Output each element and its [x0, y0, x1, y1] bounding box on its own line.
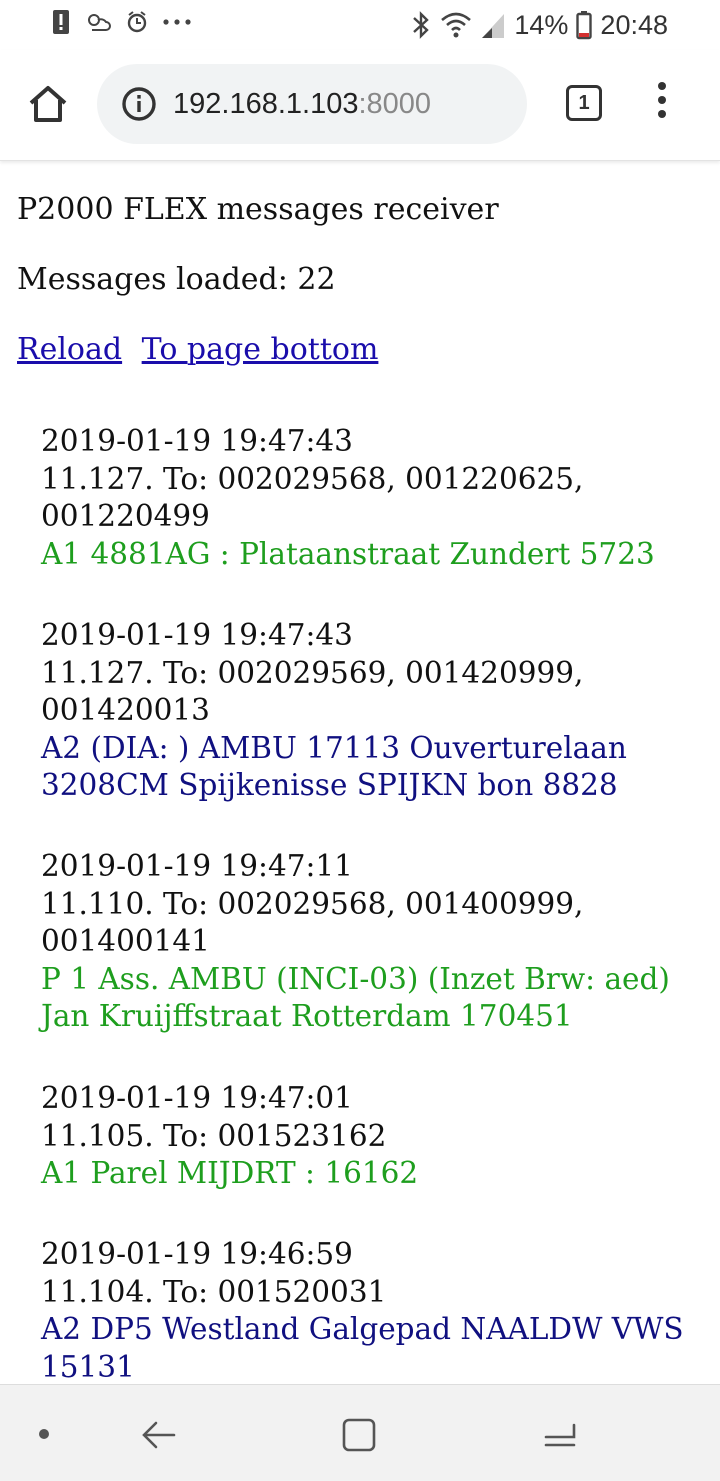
- message-body: A1 Parel MIJDRT : 16162: [41, 1156, 419, 1190]
- status-right-icons: 14% 20:48: [410, 8, 668, 42]
- weather-icon: [88, 14, 111, 31]
- message-item: 2019-01-19 19:47:01 11.105. To: 00152316…: [41, 1080, 691, 1193]
- status-left-icons: [52, 8, 192, 36]
- message-item: 2019-01-19 19:47:43 11.127. To: 00202956…: [41, 423, 691, 573]
- info-icon[interactable]: [121, 86, 157, 122]
- message-item: 2019-01-19 19:47:11 11.110. To: 00202956…: [41, 848, 691, 1036]
- message-timestamp: 2019-01-19 19:47:01: [41, 1081, 353, 1115]
- message-timestamp: 2019-01-19 19:47:43: [41, 618, 353, 652]
- message-body: A1 4881AG : Plataanstraat Zundert 5723: [41, 536, 655, 571]
- message-body: A2 (DIA: ) AMBU 17113 Ouverturelaan 3208…: [41, 730, 627, 803]
- page-title: P2000 FLEX messages receiver: [17, 192, 499, 227]
- recents-icon[interactable]: [540, 1415, 580, 1455]
- home-square-icon[interactable]: [342, 1418, 376, 1452]
- alert-icon: [53, 10, 69, 34]
- signal-icon: [482, 14, 505, 38]
- home-icon[interactable]: [24, 80, 72, 128]
- message-header: 11.105. To: 001523162: [41, 1118, 387, 1153]
- battery-percent: 14%: [514, 10, 569, 40]
- message-timestamp: 2019-01-19 19:46:59: [41, 1237, 353, 1271]
- more-dots-icon: [163, 19, 191, 25]
- reload-link[interactable]: Reload: [17, 332, 122, 367]
- messages-loaded-count: Messages loaded: 22: [17, 262, 336, 297]
- browser-toolbar: 192.168.1.103:8000 1: [0, 50, 720, 161]
- message-header: 11.127. To: 002029568, 001220625, 001220…: [41, 461, 584, 534]
- url-port: :8000: [358, 88, 432, 120]
- message-body: P 1 Ass. AMBU (INCI-03) (Inzet Brw: aed)…: [41, 961, 670, 1034]
- back-arrow-icon[interactable]: [140, 1415, 180, 1455]
- message-timestamp: 2019-01-19 19:47:11: [41, 849, 353, 883]
- message-timestamp: 2019-01-19 19:47:43: [41, 424, 353, 458]
- message-body: A2 DP5 Westland Galgepad NAALDW VWS 1513…: [41, 1312, 684, 1384]
- url-text[interactable]: 192.168.1.103:8000: [173, 86, 431, 122]
- message-header: 11.104. To: 001520031: [41, 1274, 387, 1309]
- alarm-icon: [127, 11, 147, 33]
- message-header: 11.110. To: 002029568, 001400999, 001400…: [41, 886, 584, 959]
- message-item: 2019-01-19 19:46:59 11.104. To: 00152003…: [41, 1236, 691, 1386]
- to-page-bottom-link[interactable]: To page bottom: [142, 332, 379, 367]
- nav-dot-icon[interactable]: [39, 1429, 49, 1439]
- bluetooth-icon: [413, 11, 430, 39]
- wifi-icon: [441, 12, 472, 38]
- battery-icon: [576, 11, 593, 40]
- address-bar[interactable]: 192.168.1.103:8000: [97, 64, 527, 144]
- overflow-menu-icon[interactable]: [650, 82, 674, 126]
- message-header: 11.127. To: 002029569, 001420999, 001420…: [41, 655, 584, 728]
- tab-switcher-button[interactable]: 1: [566, 85, 602, 121]
- url-host: 192.168.1.103: [173, 88, 359, 120]
- message-item: 2019-01-19 19:47:43 11.127. To: 00202956…: [41, 617, 691, 805]
- clock-time: 20:48: [600, 10, 668, 40]
- page-links: Reload To page bottom: [17, 328, 378, 372]
- status-bar: 14% 20:48: [0, 0, 720, 50]
- system-nav-bar: [0, 1384, 720, 1481]
